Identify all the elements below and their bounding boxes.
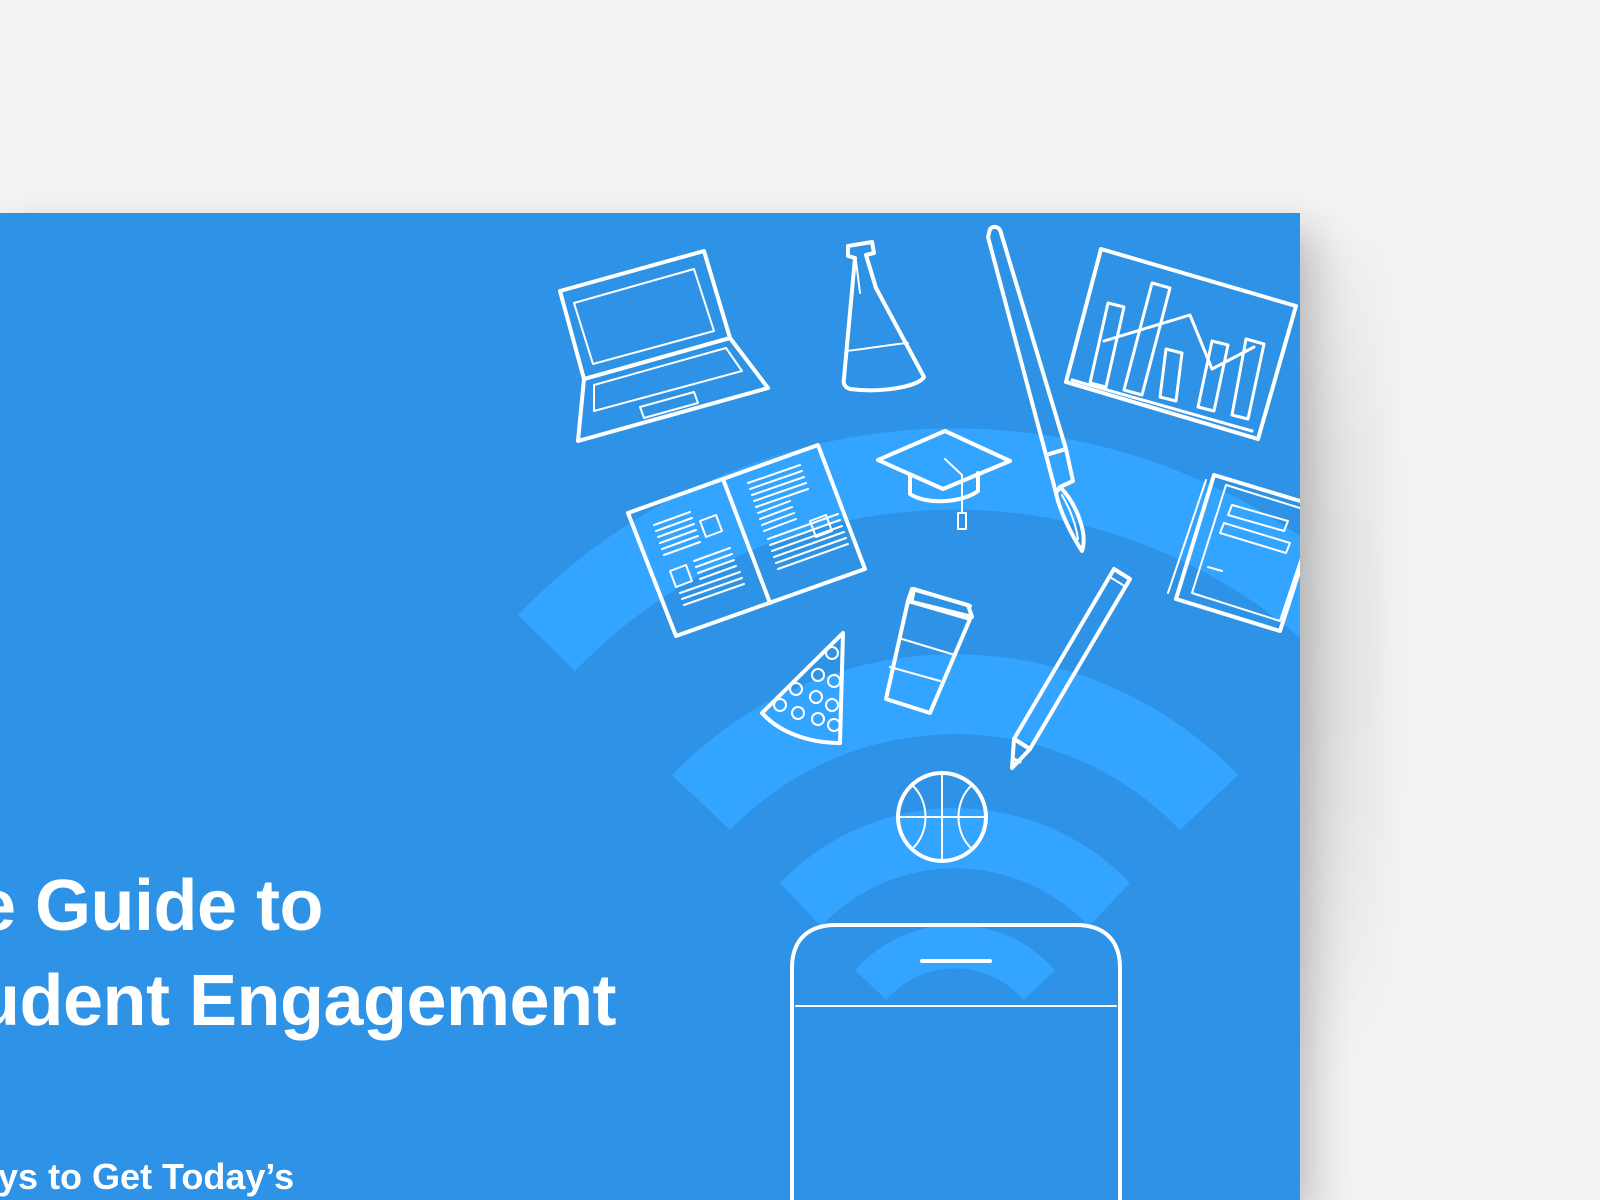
wifi-wave-2	[780, 808, 1130, 927]
laptop-icon	[558, 249, 770, 443]
cover-title: e Guide to udent Engagement	[0, 859, 617, 1049]
wifi-wave-3	[672, 654, 1238, 830]
flask-icon	[841, 240, 926, 393]
basketball-icon	[896, 771, 988, 863]
cover-title-line-2: udent Engagement	[0, 961, 617, 1041]
cover-title-line-1: e Guide to	[0, 866, 324, 946]
wifi-waves	[518, 428, 1300, 1000]
ebook-cover: e Guide to udent Engagement ays to Get T…	[0, 213, 1300, 1200]
cover-illustration	[518, 224, 1300, 1200]
cover-subtitle: ays to Get Today’s	[0, 1156, 295, 1197]
bar-chart-icon	[1064, 247, 1298, 441]
